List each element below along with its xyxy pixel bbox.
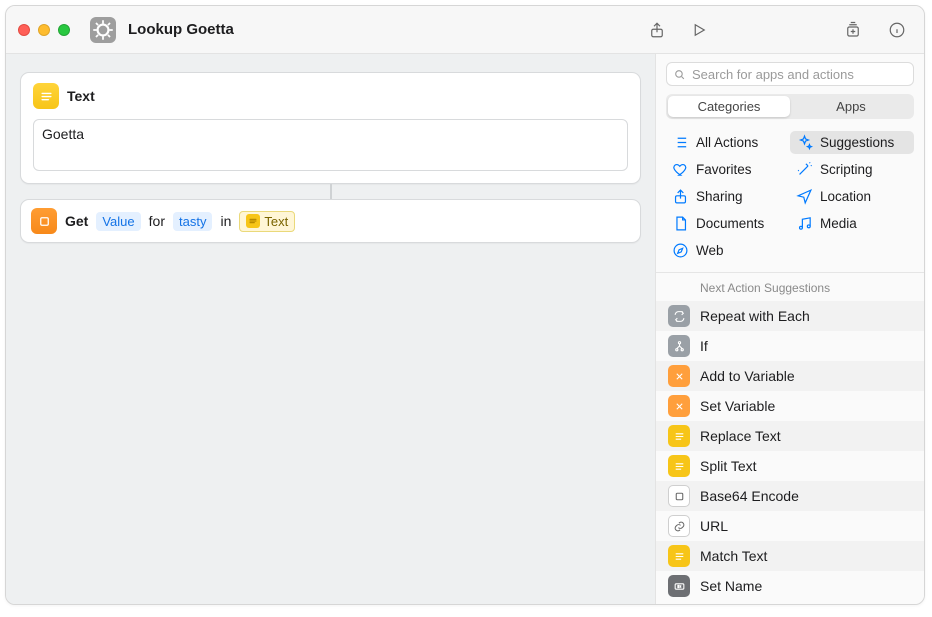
suggestion-label: Set Variable: [700, 398, 775, 414]
sidebar-tabs: Categories Apps: [666, 94, 914, 119]
category-grid: All Actions Suggestions Favorites Script…: [656, 127, 924, 272]
shortcut-icon: [90, 17, 116, 43]
rename-icon: [668, 575, 690, 597]
zoom-window-button[interactable]: [58, 24, 70, 36]
text-action-title: Text: [67, 88, 95, 104]
category-sharing[interactable]: Sharing: [666, 185, 790, 208]
search-field[interactable]: [666, 62, 914, 86]
list-icon: [672, 134, 689, 151]
suggestion-item[interactable]: Set Variable: [656, 391, 924, 421]
text-action-icon: [33, 83, 59, 109]
suggestion-item[interactable]: Base64 Encode: [656, 481, 924, 511]
suggestions-list: Repeat with Each If Add to Variable Set Var…: [656, 301, 924, 601]
square-icon: [668, 485, 690, 507]
page-title: Lookup Goetta: [128, 21, 234, 38]
suggestion-label: Set Name: [700, 578, 762, 594]
suggestion-item[interactable]: Replace Text: [656, 421, 924, 451]
compass-icon: [672, 242, 689, 259]
category-all-actions[interactable]: All Actions: [666, 131, 790, 154]
navigate-icon: [796, 188, 813, 205]
lines-icon: [668, 545, 690, 567]
dictionary-action-icon: [31, 208, 57, 234]
repeat-icon: [668, 305, 690, 327]
value-type-token[interactable]: Value: [96, 212, 140, 231]
search-input[interactable]: [692, 67, 907, 82]
suggestion-item[interactable]: Match Text: [656, 541, 924, 571]
category-media[interactable]: Media: [790, 212, 914, 235]
link-icon: [668, 515, 690, 537]
for-label: for: [149, 213, 165, 229]
suggestion-item[interactable]: Add to Variable: [656, 361, 924, 391]
category-scripting[interactable]: Scripting: [790, 158, 914, 181]
category-favorites[interactable]: Favorites: [666, 158, 790, 181]
tab-categories[interactable]: Categories: [668, 96, 790, 117]
suggestion-label: If: [700, 338, 708, 354]
category-documents[interactable]: Documents: [666, 212, 790, 235]
lines-icon: [668, 425, 690, 447]
suggestion-label: URL: [700, 518, 728, 534]
suggestion-item[interactable]: If: [656, 331, 924, 361]
suggestion-label: Repeat with Each: [700, 308, 810, 324]
suggestion-label: Add to Variable: [700, 368, 795, 384]
lines-icon: [668, 455, 690, 477]
suggestions-header: Next Action Suggestions: [656, 273, 924, 301]
get-dictionary-value-card[interactable]: Get Value for tasty in Text: [20, 199, 641, 243]
close-window-button[interactable]: [18, 24, 30, 36]
traffic-lights: [18, 24, 70, 36]
actions-sidebar: Categories Apps All Actions Suggestions …: [656, 54, 924, 604]
search-icon: [673, 68, 686, 81]
x-icon: [668, 395, 690, 417]
x-icon: [668, 365, 690, 387]
titlebar: Lookup Goetta: [6, 6, 924, 54]
editor-canvas[interactable]: Text Goetta Get Value for tasty in: [6, 54, 656, 604]
category-location[interactable]: Location: [790, 185, 914, 208]
suggestion-label: Match Text: [700, 548, 767, 564]
source-variable-chip[interactable]: Text: [239, 211, 295, 232]
suggestion-label: Replace Text: [700, 428, 781, 444]
source-variable-label: Text: [264, 214, 288, 229]
category-suggestions[interactable]: Suggestions: [790, 131, 914, 154]
branch-icon: [668, 335, 690, 357]
share-icon: [672, 188, 689, 205]
category-web[interactable]: Web: [666, 239, 790, 262]
suggestion-item[interactable]: Set Name: [656, 571, 924, 601]
text-action-card[interactable]: Text Goetta: [20, 72, 641, 184]
music-icon: [796, 215, 813, 232]
text-chip-icon: [246, 214, 260, 228]
get-label: Get: [65, 213, 88, 229]
library-button[interactable]: [838, 17, 868, 43]
connector-line: [330, 184, 332, 199]
heart-icon: [672, 161, 689, 178]
shortcuts-window: Lookup Goetta: [5, 5, 925, 605]
minimize-window-button[interactable]: [38, 24, 50, 36]
wand-icon: [796, 161, 813, 178]
tab-apps[interactable]: Apps: [790, 96, 912, 117]
suggestion-label: Base64 Encode: [700, 488, 799, 504]
share-button[interactable]: [642, 17, 672, 43]
doc-icon: [672, 215, 689, 232]
sparkle-icon: [796, 134, 813, 151]
info-button[interactable]: [882, 17, 912, 43]
text-action-input[interactable]: Goetta: [33, 119, 628, 171]
suggestion-item[interactable]: URL: [656, 511, 924, 541]
key-token[interactable]: tasty: [173, 212, 212, 231]
suggestion-item[interactable]: Split Text: [656, 451, 924, 481]
suggestion-item[interactable]: Repeat with Each: [656, 301, 924, 331]
in-label: in: [220, 213, 231, 229]
suggestion-label: Split Text: [700, 458, 757, 474]
run-button[interactable]: [684, 17, 714, 43]
